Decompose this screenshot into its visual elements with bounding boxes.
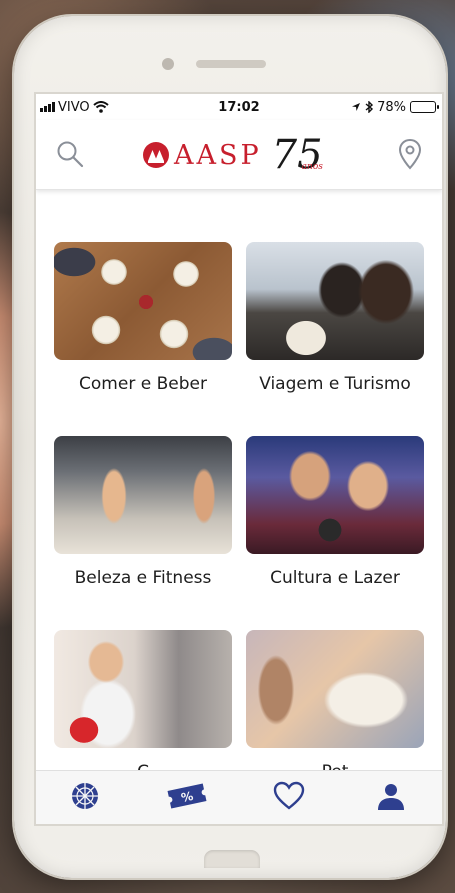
aasp-emblem-icon xyxy=(143,142,169,168)
category-image xyxy=(54,242,232,360)
category-card-pet[interactable]: Pet xyxy=(246,630,424,782)
anniversary-number: 75 anos xyxy=(272,135,323,175)
category-image xyxy=(54,436,232,554)
category-label: Viagem e Turismo xyxy=(259,374,411,394)
category-label: Beleza e Fitness xyxy=(74,568,212,588)
battery-icon xyxy=(410,101,439,113)
category-label: Cultura e Lazer xyxy=(270,568,400,588)
map-pin-icon[interactable] xyxy=(398,138,422,170)
heart-icon[interactable] xyxy=(272,779,306,813)
category-card-cultura-e-lazer[interactable]: Cultura e Lazer xyxy=(246,436,424,588)
bluetooth-icon xyxy=(365,101,374,113)
battery-percent: 78% xyxy=(377,99,406,115)
location-arrow-icon xyxy=(352,103,361,111)
category-image xyxy=(246,436,424,554)
anniversary-anos: anos xyxy=(301,162,323,172)
search-icon[interactable] xyxy=(56,140,84,168)
user-icon[interactable] xyxy=(374,779,408,813)
category-label: Comer e Beber xyxy=(79,374,207,394)
bottom-navigation: % xyxy=(36,770,442,824)
category-card-beleza-e-fitness[interactable]: Beleza e Fitness xyxy=(54,436,232,588)
ticket-percent-icon[interactable]: % xyxy=(166,779,208,813)
category-card-comer-e-beber[interactable]: Comer e Beber xyxy=(54,242,232,394)
category-card-viagem-e-turismo[interactable]: Viagem e Turismo xyxy=(246,242,424,394)
speaker-grille xyxy=(196,60,266,68)
home-button[interactable] xyxy=(204,850,260,868)
status-right: 78% xyxy=(351,99,439,115)
category-image xyxy=(246,630,424,748)
category-card-compras[interactable]: C xyxy=(54,630,232,782)
umbrella-icon[interactable] xyxy=(68,779,102,813)
category-image xyxy=(54,630,232,748)
aasp-logo: AASP 75 anos xyxy=(142,130,323,180)
app-screen: VIVO 17:02 78% AASP 75 anos Comer e Bebe… xyxy=(36,94,442,824)
category-grid: Comer e Beber Viagem e Turismo Beleza e … xyxy=(36,190,442,782)
app-header: AASP 75 anos xyxy=(36,120,442,190)
brand-text: AASP xyxy=(174,139,262,171)
status-bar: VIVO 17:02 78% xyxy=(36,94,442,120)
front-camera xyxy=(162,58,174,70)
category-image xyxy=(246,242,424,360)
